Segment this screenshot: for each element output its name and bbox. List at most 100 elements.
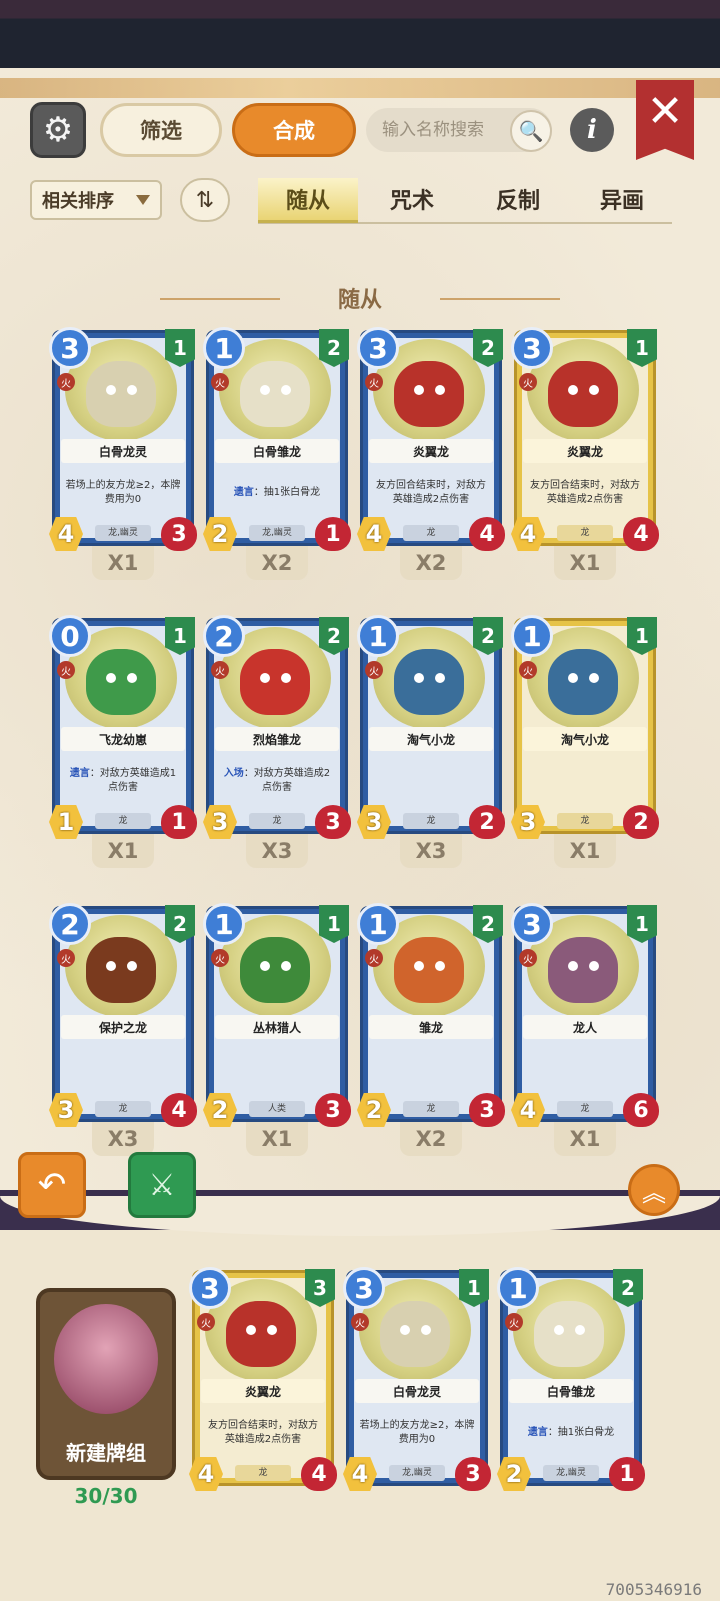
health-value: 3 — [161, 517, 197, 551]
creature-eye — [413, 384, 424, 395]
info-icon[interactable]: i — [570, 108, 614, 152]
creature-illustration — [380, 1301, 450, 1368]
card-effect-text: ：抽1张白骨龙 — [547, 1427, 615, 1438]
card-count: X2 — [246, 546, 308, 580]
tab-alt-art[interactable]: 异画 — [572, 178, 672, 220]
tier-badge: 1 — [165, 329, 195, 367]
compose-button[interactable]: 合成 — [232, 103, 356, 157]
mana-cost: 3 — [511, 903, 553, 945]
creature-eye — [126, 960, 137, 971]
card[interactable]: 2 2 火 烈焰雏龙 入场：对敌方英雄造成2点伤害 3 龙 3 — [203, 615, 351, 839]
search-input[interactable] — [380, 119, 514, 141]
card-race: 龙 — [235, 1465, 291, 1481]
creature-eye — [434, 384, 445, 395]
tab-minions[interactable]: 随从 — [258, 178, 358, 223]
card[interactable]: 1 2 火 雏龙 2 龙 3 — [357, 903, 505, 1127]
creature-illustration — [394, 361, 464, 428]
card[interactable]: 1 1 火 淘气小龙 3 龙 2 — [511, 615, 659, 839]
card-description: 遗言：抽1张白骨龙 — [219, 469, 335, 517]
card-count: X1 — [92, 834, 154, 868]
element-badge: 火 — [351, 1313, 369, 1331]
creature-illustration — [548, 361, 618, 428]
element-badge: 火 — [57, 373, 75, 391]
creature-eye — [434, 960, 445, 971]
card[interactable]: 3 1 火 白骨龙灵 若场上的友方龙≥2，本牌费用为0 4 龙,幽灵 3 — [343, 1267, 491, 1491]
card-effect-text: 若场上的友方龙≥2，本牌费用为0 — [65, 480, 181, 505]
card-description — [527, 1045, 643, 1093]
creature-eye — [434, 672, 445, 683]
creature-illustration — [226, 1301, 296, 1368]
card-name: 白骨龙灵 — [355, 1379, 479, 1403]
filter-button[interactable]: 筛选 — [100, 103, 222, 157]
health-value: 4 — [469, 517, 505, 551]
card[interactable]: 3 1 火 白骨龙灵 若场上的友方龙≥2，本牌费用为0 4 龙,幽灵 3 — [49, 327, 197, 551]
creature-illustration — [548, 937, 618, 1004]
card-description: 遗言：对敌方英雄造成1点伤害 — [65, 757, 181, 805]
card-count: X3 — [92, 1122, 154, 1156]
settings-gear-icon[interactable]: ⚙ — [30, 102, 86, 158]
card-description — [219, 1045, 335, 1093]
health-value: 1 — [315, 517, 351, 551]
card[interactable]: 2 2 火 保护之龙 3 龙 4 — [49, 903, 197, 1127]
card-effect-text: ：抽1张白骨龙 — [253, 487, 321, 498]
card-name: 丛林猎人 — [215, 1015, 339, 1039]
tier-badge: 2 — [165, 905, 195, 943]
card-count: X2 — [400, 1122, 462, 1156]
attack-value: 3 — [203, 805, 237, 839]
card[interactable]: 3 3 火 炎翼龙 友方回合结束时，对敌方英雄造成2点伤害 4 龙 4 — [189, 1267, 337, 1491]
card[interactable]: 3 1 火 龙人 4 龙 6 — [511, 903, 659, 1127]
card-name: 白骨雏龙 — [509, 1379, 633, 1403]
card-race: 龙 — [95, 813, 151, 829]
card-name: 白骨龙灵 — [61, 439, 185, 463]
health-value: 4 — [623, 517, 659, 551]
search-icon[interactable]: 🔍 — [510, 110, 552, 152]
mana-cost: 1 — [497, 1267, 539, 1309]
card-effect-text: 友方回合结束时，对敌方英雄造成2点伤害 — [208, 1420, 318, 1445]
deck-card-count: 30/30 — [74, 1484, 138, 1508]
card-description: 友方回合结束时，对敌方英雄造成2点伤害 — [205, 1409, 321, 1457]
card[interactable]: 3 2 火 炎翼龙 友方回合结束时，对敌方英雄造成2点伤害 4 龙 4 — [357, 327, 505, 551]
close-button[interactable]: ✕ — [636, 80, 694, 160]
card[interactable]: 3 1 火 炎翼龙 友方回合结束时，对敌方英雄造成2点伤害 4 龙 4 — [511, 327, 659, 551]
card-count: X1 — [554, 546, 616, 580]
mana-cost: 1 — [511, 615, 553, 657]
card-description — [527, 757, 643, 805]
tab-counters[interactable]: 反制 — [468, 178, 568, 220]
card-count: X1 — [554, 1122, 616, 1156]
card[interactable]: 1 2 火 白骨雏龙 遗言：抽1张白骨龙 2 龙,幽灵 1 — [497, 1267, 645, 1491]
creature-eye — [588, 384, 599, 395]
card-description — [373, 1045, 489, 1093]
creature-illustration — [240, 361, 310, 428]
mana-cost: 0 — [49, 615, 91, 657]
card-effect-text: 若场上的友方龙≥2，本牌费用为0 — [359, 1420, 475, 1445]
tab-spells[interactable]: 咒术 — [362, 178, 462, 220]
creature-eye — [105, 960, 116, 971]
card[interactable]: 0 1 火 飞龙幼崽 遗言：对敌方英雄造成1点伤害 1 龙 1 — [49, 615, 197, 839]
card[interactable]: 1 2 火 白骨雏龙 遗言：抽1张白骨龙 2 龙,幽灵 1 — [203, 327, 351, 551]
card-name: 保护之龙 — [61, 1015, 185, 1039]
health-value: 6 — [623, 1093, 659, 1127]
health-value: 3 — [315, 1093, 351, 1127]
card-keyword: 遗言 — [69, 768, 90, 779]
watermark: 7005346916 — [605, 1580, 702, 1599]
sort-dropdown[interactable]: 相关排序 — [30, 180, 162, 220]
sort-order-icon[interactable]: ⇅ — [180, 178, 230, 222]
chevron-up-icon[interactable]: ︽ — [628, 1164, 680, 1216]
creature-eye — [553, 1324, 564, 1335]
attack-value: 3 — [49, 1093, 83, 1127]
card-race: 龙,幽灵 — [95, 525, 151, 541]
creature-eye — [126, 672, 137, 683]
element-badge: 火 — [365, 661, 383, 679]
card[interactable]: 1 1 火 丛林猎人 2 人类 3 — [203, 903, 351, 1127]
tier-badge: 1 — [459, 1269, 489, 1307]
card-description — [373, 757, 489, 805]
card-description — [65, 1045, 181, 1093]
creature-eye — [280, 960, 291, 971]
card[interactable]: 1 2 火 淘气小龙 3 龙 2 — [357, 615, 505, 839]
creature-eye — [567, 672, 578, 683]
crossed-swords-icon[interactable]: ⚔ — [128, 1152, 196, 1218]
mana-cost: 2 — [203, 615, 245, 657]
back-arrow-icon[interactable]: ↶ — [18, 1152, 86, 1218]
deck-box[interactable]: 新建牌组 — [36, 1288, 176, 1480]
card-effect-text: ：对敌方英雄造成1点伤害 — [89, 768, 177, 793]
